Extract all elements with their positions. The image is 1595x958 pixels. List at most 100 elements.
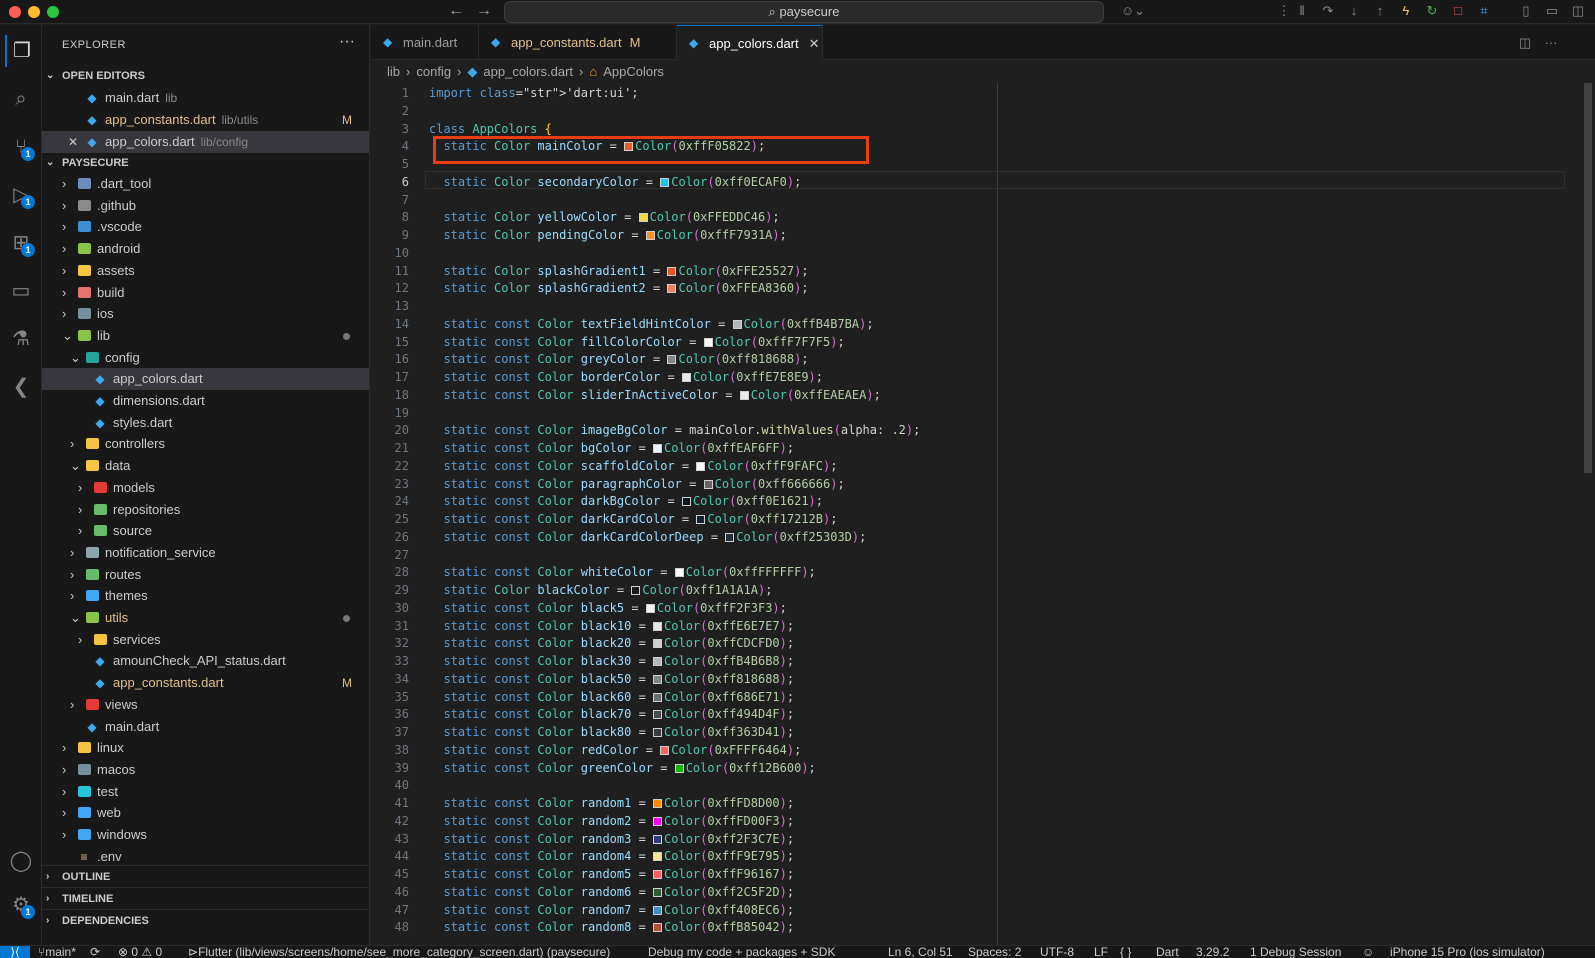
step-out-icon[interactable]: ↑ — [1372, 3, 1388, 19]
code-editor[interactable]: 1 import class="str">'dart:ui'; 2 3 class Ap… — [371, 83, 1595, 945]
tab-main-dart[interactable]: ◆ main.dart — [371, 25, 479, 60]
color-swatch[interactable] — [725, 532, 735, 542]
flutter-status[interactable]: ⊳ Flutter (lib/views/screens/home/see_mo… — [188, 946, 610, 958]
folder-item[interactable]: › .vscode — [42, 216, 369, 238]
branch-status[interactable]: ⑂ main* — [38, 946, 76, 958]
command-center-search[interactable]: ⌕ paysecure — [504, 1, 1104, 23]
color-swatch[interactable] — [667, 284, 677, 294]
device-selector[interactable]: iPhone 15 Pro (ios simulator) — [1390, 946, 1545, 958]
explorer-icon[interactable]: ❐ — [5, 35, 37, 67]
folder-item[interactable]: ⌄ lib — [42, 325, 369, 347]
hot-reload-icon[interactable]: ϟ — [1398, 3, 1414, 19]
more-actions-icon[interactable]: ··· — [339, 33, 355, 51]
run-debug-icon[interactable]: ▷ 1 — [5, 179, 37, 211]
folder-item[interactable]: › views — [42, 694, 369, 716]
copilot-status-icon[interactable]: ☺ — [1362, 946, 1374, 958]
close-icon[interactable]: ✕ — [809, 36, 820, 51]
color-swatch[interactable] — [653, 444, 663, 453]
file-item[interactable]: ◆ amounCheck_API_status.dart — [42, 650, 369, 672]
file-item[interactable]: ◆ styles.dart — [42, 412, 369, 434]
folder-item[interactable]: ⌄ config — [42, 347, 369, 369]
debug-session-status[interactable]: 1 Debug Session — [1250, 946, 1341, 958]
restart-icon[interactable]: ↻ — [1424, 3, 1440, 19]
vertical-scrollbar[interactable] — [1581, 83, 1595, 945]
remote-explorer-icon[interactable]: ▭ — [5, 275, 37, 307]
breadcrumb-item[interactable]: lib — [387, 64, 400, 79]
debug-mode-status[interactable]: Debug my code + packages + SDK — [648, 946, 835, 958]
testing-icon[interactable]: ⚗ — [5, 323, 37, 355]
folder-item[interactable]: › web — [42, 802, 369, 824]
language-mode[interactable]: Dart — [1156, 946, 1179, 958]
folder-item[interactable]: › .github — [42, 195, 369, 217]
color-swatch[interactable] — [653, 870, 663, 879]
folder-item[interactable]: › source — [42, 520, 369, 542]
toggle-panel-icon[interactable]: ▭ — [1544, 3, 1560, 19]
color-swatch[interactable] — [703, 337, 713, 347]
dependencies-section[interactable]: › DEPENDENCIES — [42, 909, 369, 931]
color-swatch[interactable] — [653, 923, 663, 933]
color-swatch[interactable] — [653, 834, 663, 844]
maximize-window-button[interactable] — [47, 6, 59, 18]
color-swatch[interactable] — [696, 461, 706, 471]
open-editor-item[interactable]: ◆ app_constants.dart lib/utils M — [42, 109, 369, 131]
folder-item[interactable]: › macos — [42, 759, 369, 781]
close-icon[interactable]: ✕ — [68, 131, 78, 153]
minimize-window-button[interactable] — [28, 6, 40, 18]
color-swatch[interactable] — [681, 497, 691, 507]
split-editor-icon[interactable]: ◫ — [1517, 35, 1533, 51]
color-swatch[interactable] — [653, 816, 663, 826]
folder-item[interactable]: › .dart_tool — [42, 173, 369, 195]
extensions-icon[interactable]: ⊞ 1 — [5, 227, 37, 259]
color-swatch[interactable] — [703, 479, 713, 489]
more-actions-icon[interactable]: ··· — [1543, 35, 1559, 51]
folder-item[interactable]: ⌄ data — [42, 455, 369, 477]
color-swatch[interactable] — [653, 621, 663, 631]
manage-gear-icon[interactable]: ⚙ 1 — [5, 889, 37, 921]
encoding-status[interactable]: UTF-8 — [1040, 946, 1074, 958]
color-swatch[interactable] — [653, 692, 663, 702]
color-swatch[interactable] — [674, 568, 684, 578]
sync-icon[interactable]: ⟳ — [90, 946, 100, 958]
folder-item[interactable]: › build — [42, 282, 369, 304]
devtools-icon[interactable]: ⌗ — [1476, 3, 1492, 19]
flutter-icon[interactable]: ❮ — [5, 371, 37, 403]
braces-icon[interactable]: { } — [1120, 946, 1131, 958]
folder-item[interactable]: › android — [42, 238, 369, 260]
folder-item[interactable]: › services — [42, 629, 369, 651]
folder-item[interactable]: › models — [42, 477, 369, 499]
cursor-position[interactable]: Ln 6, Col 51 — [888, 946, 953, 958]
tab-app_colors-dart[interactable]: ◆ app_colors.dart ✕ — [677, 25, 823, 60]
folder-item[interactable]: › repositories — [42, 499, 369, 521]
breadcrumb-item[interactable]: app_colors.dart — [483, 64, 573, 79]
folder-item[interactable]: › test — [42, 781, 369, 803]
color-swatch[interactable] — [674, 763, 684, 773]
open-editor-item[interactable]: ◆ main.dart lib — [42, 87, 369, 109]
back-arrow-icon[interactable]: ← — [448, 2, 464, 20]
workspace-section[interactable]: ⌄ PAYSECURE — [42, 152, 369, 174]
color-swatch[interactable] — [653, 905, 663, 915]
eol-status[interactable]: LF — [1094, 946, 1108, 958]
tab-app_constants-dart[interactable]: ◆ app_constants.dart M — [479, 25, 677, 60]
color-swatch[interactable] — [653, 799, 663, 808]
step-into-icon[interactable]: ↓ — [1346, 3, 1362, 19]
color-swatch[interactable] — [653, 887, 663, 897]
color-swatch[interactable] — [667, 266, 677, 276]
forward-arrow-icon[interactable]: → — [476, 2, 492, 20]
color-swatch[interactable] — [653, 728, 663, 737]
file-item[interactable]: ◆ main.dart — [42, 716, 369, 738]
folder-item[interactable]: › routes — [42, 564, 369, 586]
folder-item[interactable]: › themes — [42, 585, 369, 607]
folder-item[interactable]: › windows — [42, 824, 369, 846]
step-over-icon[interactable]: ↷ — [1320, 3, 1336, 19]
indentation-status[interactable]: Spaces: 2 — [968, 946, 1021, 958]
scrollbar-thumb[interactable] — [1584, 83, 1592, 473]
color-swatch[interactable] — [631, 586, 641, 595]
open-editor-item[interactable]: ✕ ◆ app_colors.dart lib/config — [42, 131, 369, 153]
file-item[interactable]: ◆ app_colors.dart — [42, 368, 369, 391]
color-swatch[interactable] — [653, 852, 663, 862]
color-swatch[interactable] — [732, 319, 742, 329]
folder-item[interactable]: › notification_service — [42, 542, 369, 564]
file-item[interactable]: ◆ dimensions.dart — [42, 390, 369, 412]
color-swatch[interactable] — [681, 373, 691, 382]
dart-version[interactable]: 3.29.2 — [1196, 946, 1229, 958]
